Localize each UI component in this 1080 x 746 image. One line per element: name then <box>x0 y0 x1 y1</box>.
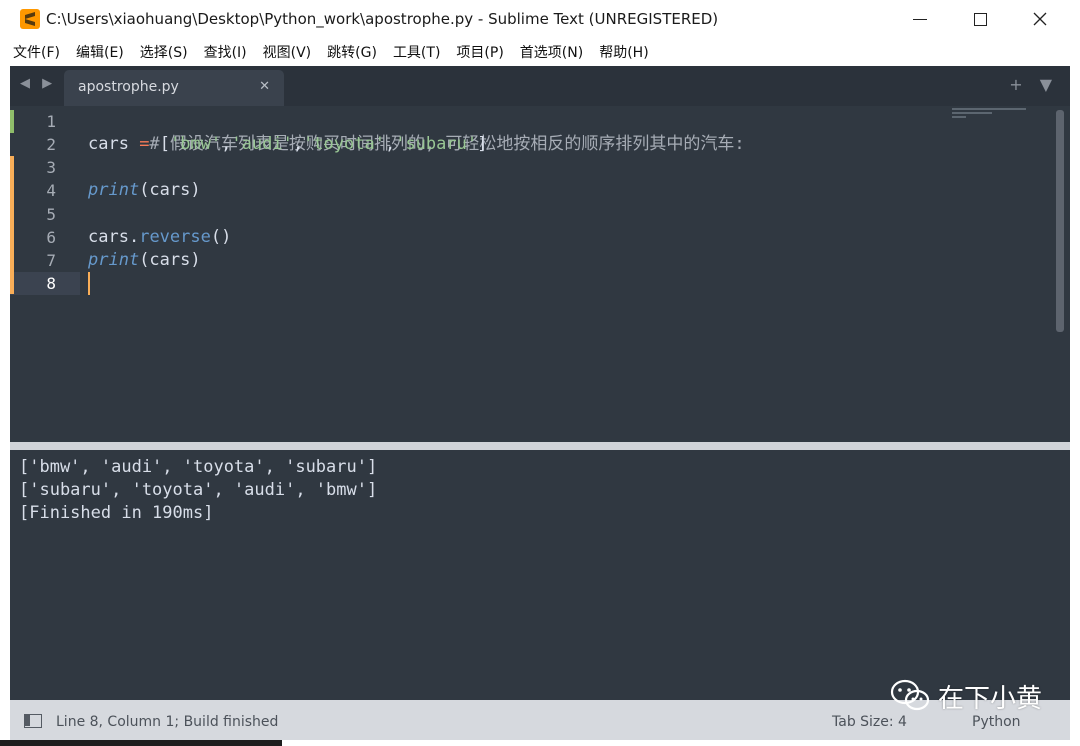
sublime-text-icon <box>20 9 40 29</box>
line-number: 3 <box>46 158 56 177</box>
editor-window: ◀ ▶ apostrophe.py ✕ + ▼ 1 2 3 4 5 6 7 8 … <box>10 66 1070 740</box>
tab-label: apostrophe.py <box>78 79 179 95</box>
menu-tools[interactable]: 工具(T) <box>390 40 443 64</box>
output-line: ['bmw', 'audi', 'toyota', 'subaru'] <box>19 457 378 477</box>
minimap-line <box>952 112 992 114</box>
tab-bar: ◀ ▶ apostrophe.py ✕ + ▼ <box>10 66 1070 106</box>
text-cursor <box>88 272 90 295</box>
tab-size-selector[interactable]: Tab Size: 4 <box>832 714 907 730</box>
bracket: ] <box>477 134 488 154</box>
line-number: 2 <box>46 135 56 154</box>
code-editor[interactable]: 1 2 3 4 5 6 7 8 # 假设汽车列表是按购买时间排列的, 可轻松地按… <box>10 106 1070 442</box>
string-literal: 'subaru' <box>395 134 478 154</box>
new-tab-and-tab-list-icon[interactable]: + ▼ <box>1009 75 1058 94</box>
vertical-scrollbar[interactable] <box>1056 110 1064 332</box>
line-number: 6 <box>46 228 56 247</box>
string-literal: 'audi' <box>231 134 293 154</box>
output-line: ['subaru', 'toyota', 'audi', 'bmw'] <box>19 480 378 500</box>
cursor-position-status: Line 8, Column 1; Build finished <box>56 714 279 730</box>
identifier: cars <box>88 134 129 154</box>
line-number: 7 <box>46 251 56 270</box>
toggle-panel-icon[interactable] <box>24 714 42 728</box>
call-args: () <box>210 227 232 247</box>
menu-file[interactable]: 文件(F) <box>10 40 63 64</box>
builtin-function: print <box>88 250 140 270</box>
panel-splitter[interactable] <box>10 442 1070 450</box>
wechat-icon <box>890 679 930 711</box>
menu-selection[interactable]: 选择(S) <box>137 40 191 64</box>
menu-find[interactable]: 查找(I) <box>201 40 250 64</box>
call-args: (cars) <box>139 180 201 200</box>
tab-nav-arrows-icon[interactable]: ◀ ▶ <box>20 76 56 91</box>
close-icon <box>1033 12 1047 26</box>
builtin-function: print <box>88 180 140 200</box>
output-line: [Finished in 190ms] <box>19 503 214 523</box>
comma: , <box>221 134 232 154</box>
minimize-icon <box>913 18 927 20</box>
minimize-button[interactable] <box>890 0 950 38</box>
line-number-gutter: 1 2 3 4 5 6 7 8 <box>10 106 80 442</box>
current-line-number: 8 <box>46 274 56 293</box>
minimap-line <box>952 108 1026 110</box>
line-number: 1 <box>46 112 56 131</box>
menu-edit[interactable]: 编辑(E) <box>73 40 127 64</box>
code-line-4: print(cars) <box>88 179 201 202</box>
build-output-panel: ['bmw', 'audi', 'toyota', 'subaru'] ['su… <box>10 450 1070 700</box>
maximize-button[interactable] <box>950 0 1010 38</box>
close-button[interactable] <box>1010 0 1070 38</box>
window-title: C:\Users\xiaohuang\Desktop\Python_work\a… <box>46 10 719 28</box>
code-line-2: cars = ['bmw','audi','toyota','subaru'] <box>88 133 487 156</box>
operator: = <box>139 134 150 154</box>
menu-preferences[interactable]: 首选项(N) <box>517 40 586 64</box>
line-number: 5 <box>46 205 56 224</box>
call-args: (cars) <box>139 250 201 270</box>
menu-project[interactable]: 项目(P) <box>453 40 506 64</box>
method-call: reverse <box>139 227 211 247</box>
tab-close-icon[interactable]: ✕ <box>259 79 270 94</box>
taskbar-fragment <box>0 740 282 746</box>
syntax-selector[interactable]: Python <box>972 714 1021 730</box>
string-literal: 'bmw' <box>169 134 222 154</box>
minimap[interactable] <box>952 108 1032 128</box>
comma: , <box>384 134 396 154</box>
dot: . <box>128 227 140 247</box>
minimap-line <box>952 116 966 118</box>
string-literal: 'toyota' <box>303 134 385 154</box>
maximize-icon <box>973 12 987 26</box>
watermark-text: 在下小黄 <box>938 683 1043 714</box>
comma: , <box>292 134 304 154</box>
code-line-7: print(cars) <box>88 249 201 272</box>
menu-bar: 文件(F) 编辑(E) 选择(S) 查找(I) 视图(V) 跳转(G) 工具(T… <box>0 38 1080 66</box>
menu-help[interactable]: 帮助(H) <box>596 40 651 64</box>
title-bar: C:\Users\xiaohuang\Desktop\Python_work\a… <box>0 0 1080 38</box>
menu-goto[interactable]: 跳转(G) <box>324 40 380 64</box>
menu-view[interactable]: 视图(V) <box>260 40 315 64</box>
bracket: [ <box>159 134 170 154</box>
code-line-6: cars.reverse() <box>88 226 231 249</box>
identifier: cars <box>88 227 129 247</box>
line-number: 4 <box>46 181 56 200</box>
tab-apostrophe-py[interactable]: apostrophe.py ✕ <box>64 70 284 106</box>
watermark: 在下小黄 <box>890 676 1042 716</box>
